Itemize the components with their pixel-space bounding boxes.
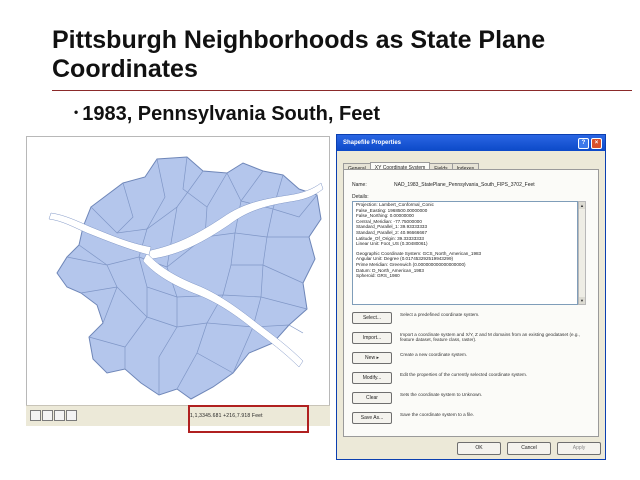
clear-button[interactable]: Clear — [352, 392, 392, 404]
import-row: Import... Import a coordinate system and… — [352, 332, 592, 346]
apply-button[interactable]: Apply — [557, 442, 601, 455]
details-line: Spheroid: GRS_1980 — [356, 273, 400, 279]
title-divider — [52, 90, 632, 91]
import-button[interactable]: Import... — [352, 332, 392, 344]
bullet-text: 1983, Pennsylvania South, Feet — [82, 103, 381, 125]
coordinate-highlight-box — [188, 405, 309, 433]
slide-title: Pittsburgh Neighborhoods as State Plane … — [52, 26, 546, 83]
new-row: New ▸ Create a new coordinate system. — [352, 352, 592, 366]
dialog-titlebar[interactable]: Shapefile Properties ? × — [337, 135, 605, 151]
details-textbox[interactable]: Projection: Lambert_Conformal_Conic Fals… — [352, 201, 578, 305]
shapefile-properties-dialog: Shapefile Properties ? × GeneralXY Coord… — [336, 134, 606, 460]
tab-panel: Name: NAD_1983_StatePlane_Pennsylvania_S… — [343, 169, 599, 437]
select-button[interactable]: Select... — [352, 312, 392, 324]
ok-button[interactable]: OK — [457, 442, 501, 455]
pause-icon[interactable] — [66, 410, 77, 421]
save-as-button[interactable]: Save As... — [352, 412, 392, 424]
scroll-up-icon[interactable]: ▲ — [579, 202, 585, 209]
tab-strip: GeneralXY Coordinate SystemFieldsIndexes — [343, 157, 480, 175]
scroll-down-icon[interactable]: ▼ — [579, 297, 585, 304]
new-description: Create a new coordinate system. — [400, 352, 468, 357]
cancel-button[interactable]: Cancel — [507, 442, 551, 455]
refresh-icon[interactable] — [54, 410, 65, 421]
modify-button[interactable]: Modify... — [352, 372, 392, 384]
new-button[interactable]: New ▸ — [352, 352, 392, 364]
data-view-icon[interactable] — [42, 410, 53, 421]
import-description: Import a coordinate system and X/Y, Z an… — [400, 332, 580, 343]
save-as-row: Save As... Save the coordinate system to… — [352, 412, 592, 426]
coordinate-system-name: NAD_1983_StatePlane_Pennsylvania_South_F… — [394, 182, 535, 188]
bullet-item: • 1983, Pennsylvania South, Feet — [74, 103, 380, 126]
details-label: Details: — [352, 194, 369, 200]
help-button[interactable]: ? — [578, 138, 589, 149]
name-label: Name: — [352, 182, 367, 188]
close-button[interactable]: × — [591, 138, 602, 149]
select-row: Select... Select a predefined coordinate… — [352, 312, 592, 326]
clear-row: Clear Sets the coordinate system to Unkn… — [352, 392, 592, 406]
dialog-title: Shapefile Properties — [343, 140, 402, 146]
select-description: Select a predefined coordinate system. — [400, 312, 480, 317]
map-window — [26, 136, 330, 426]
save-as-description: Save the coordinate system to a file. — [400, 412, 475, 417]
modify-description: Edit the properties of the currently sel… — [400, 372, 528, 377]
details-scrollbar[interactable]: ▲ ▼ — [578, 201, 586, 305]
modify-row: Modify... Edit the properties of the cur… — [352, 372, 592, 386]
neighborhood-map[interactable] — [27, 137, 330, 407]
layout-view-icon[interactable] — [30, 410, 41, 421]
bullet-icon: • — [74, 105, 79, 119]
clear-description: Sets the coordinate system to Unknown. — [400, 392, 483, 397]
